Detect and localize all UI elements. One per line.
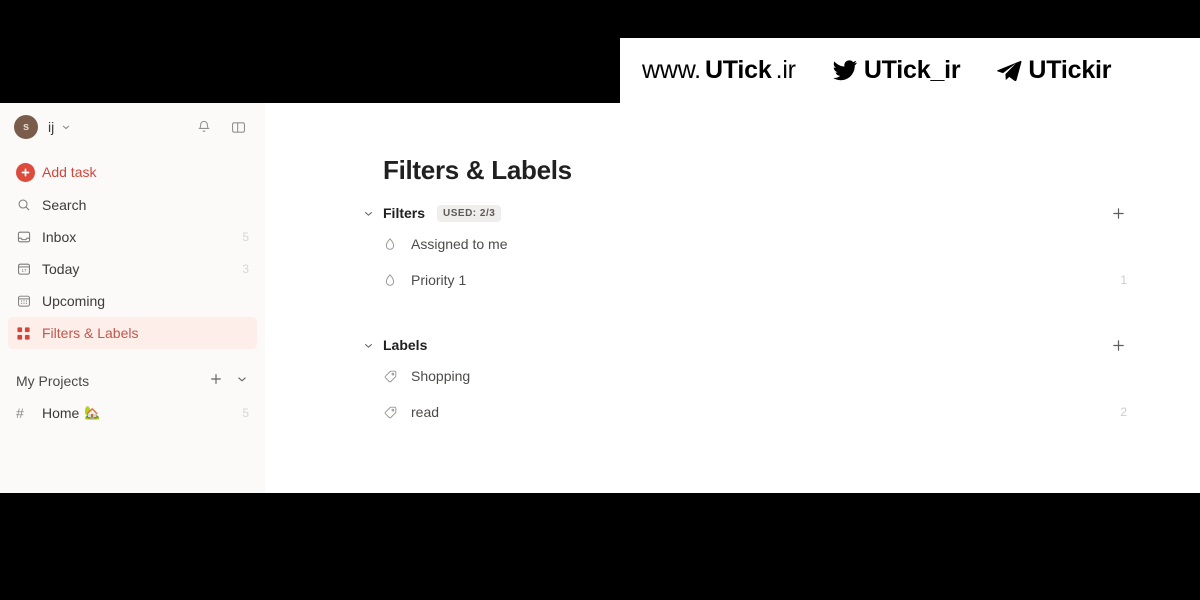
project-label: Home <box>42 405 80 421</box>
watermark-banner: www. UTick .ir UTick_ir UTickir <box>620 38 1200 103</box>
watermark-telegram: UTickir <box>994 56 1112 85</box>
watermark-website: www. UTick .ir <box>642 56 796 85</box>
tag-icon <box>383 369 405 384</box>
labels-section-header[interactable]: Labels <box>357 332 1124 358</box>
sidebar-item-count: 5 <box>242 230 249 244</box>
main-content: Filters & Labels Filters USED: 2/3 Assig… <box>265 103 1200 493</box>
add-task-button[interactable]: Add task <box>8 155 257 189</box>
sidebar-header: s ij <box>0 103 265 151</box>
filter-droplet-icon <box>383 237 405 252</box>
sidebar-panel-icon[interactable] <box>225 114 251 140</box>
app-viewport: s ij Add task Search Inbox 5 17 Today 3 … <box>0 103 1200 493</box>
hash-icon: # <box>16 405 24 421</box>
add-task-label: Add task <box>42 164 97 180</box>
my-projects-label: My Projects <box>16 373 90 389</box>
sidebar-item-search[interactable]: Search <box>8 189 257 221</box>
my-projects-actions <box>209 372 249 391</box>
plus-icon[interactable] <box>209 372 223 391</box>
labels-section-title: Labels <box>383 337 428 353</box>
chevron-down-icon[interactable] <box>235 372 249 391</box>
label-row-shopping[interactable]: Shopping <box>357 358 1117 394</box>
tag-icon <box>383 405 405 420</box>
sidebar-item-label: Upcoming <box>42 293 106 309</box>
filters-section-header[interactable]: Filters USED: 2/3 <box>357 200 1124 226</box>
inbox-icon <box>16 229 38 245</box>
chevron-down-icon[interactable] <box>60 121 72 133</box>
calendar-upcoming-icon <box>16 293 38 309</box>
add-filter-button[interactable] <box>1107 202 1129 224</box>
sidebar-item-filters-labels[interactable]: Filters & Labels <box>8 317 257 349</box>
sidebar-item-label: Inbox <box>42 229 77 245</box>
label-row-read[interactable]: read 2 <box>357 394 1127 430</box>
watermark-twitter: UTick_ir <box>830 56 961 85</box>
filters-section-title: Filters <box>383 205 426 221</box>
grid-squares-icon <box>16 326 38 341</box>
chevron-down-icon[interactable] <box>357 207 379 220</box>
avatar[interactable]: s <box>14 115 38 139</box>
project-item-home[interactable]: # Home 🏡 5 <box>8 397 257 429</box>
plus-circle-icon <box>16 162 38 182</box>
watermark-website-suffix: .ir <box>775 56 796 84</box>
add-label-button[interactable] <box>1107 334 1129 356</box>
sidebar-item-label: Filters & Labels <box>42 325 139 341</box>
filter-droplet-icon <box>383 273 405 288</box>
screen: www. UTick .ir UTick_ir UTickir s ij Add… <box>0 0 1200 600</box>
sidebar-item-label: Search <box>42 197 87 213</box>
watermark-website-prefix: www. <box>642 56 701 84</box>
my-projects-header[interactable]: My Projects <box>8 365 257 397</box>
filter-label: Assigned to me <box>411 236 508 252</box>
watermark-twitter-handle: UTick_ir <box>863 56 961 84</box>
twitter-bird-icon <box>830 58 860 84</box>
filters-section: Filters USED: 2/3 Assigned to me Priorit… <box>357 200 1127 298</box>
search-icon <box>16 197 38 213</box>
watermark-telegram-handle: UTickir <box>1028 56 1112 84</box>
filter-row-priority-1[interactable]: Priority 1 1 <box>357 262 1127 298</box>
filters-used-badge: USED: 2/3 <box>437 204 502 222</box>
sidebar-item-count: 3 <box>242 262 249 276</box>
sidebar-item-today[interactable]: 17 Today 3 <box>8 253 257 285</box>
sidebar-nav: Add task Search Inbox 5 17 Today 3 Upcom… <box>0 151 265 429</box>
label-label: Shopping <box>411 368 471 384</box>
project-count: 5 <box>242 406 249 420</box>
sidebar-item-upcoming[interactable]: Upcoming <box>8 285 257 317</box>
label-label: read <box>411 404 440 420</box>
sidebar-item-inbox[interactable]: Inbox 5 <box>8 221 257 253</box>
user-name[interactable]: ij <box>48 119 54 135</box>
filter-row-assigned-to-me[interactable]: Assigned to me <box>357 226 1117 262</box>
sidebar-item-label: Today <box>42 261 80 277</box>
page-title: Filters & Labels <box>383 155 572 185</box>
content-inner: Filters & Labels Filters USED: 2/3 Assig… <box>357 103 1127 430</box>
svg-text:17: 17 <box>22 268 27 273</box>
telegram-paper-plane-icon <box>994 58 1024 84</box>
calendar-today-icon: 17 <box>16 261 38 277</box>
watermark-website-brand: UTick <box>704 56 772 84</box>
bell-icon[interactable] <box>191 114 217 140</box>
filter-count: 1 <box>1120 273 1127 287</box>
labels-section: Labels Shopping read 2 <box>357 332 1127 430</box>
project-emoji: 🏡 <box>84 405 101 420</box>
chevron-down-icon[interactable] <box>357 339 379 352</box>
label-count: 2 <box>1120 405 1127 419</box>
filter-label: Priority 1 <box>411 272 467 288</box>
sidebar: s ij Add task Search Inbox 5 17 Today 3 … <box>0 103 265 493</box>
